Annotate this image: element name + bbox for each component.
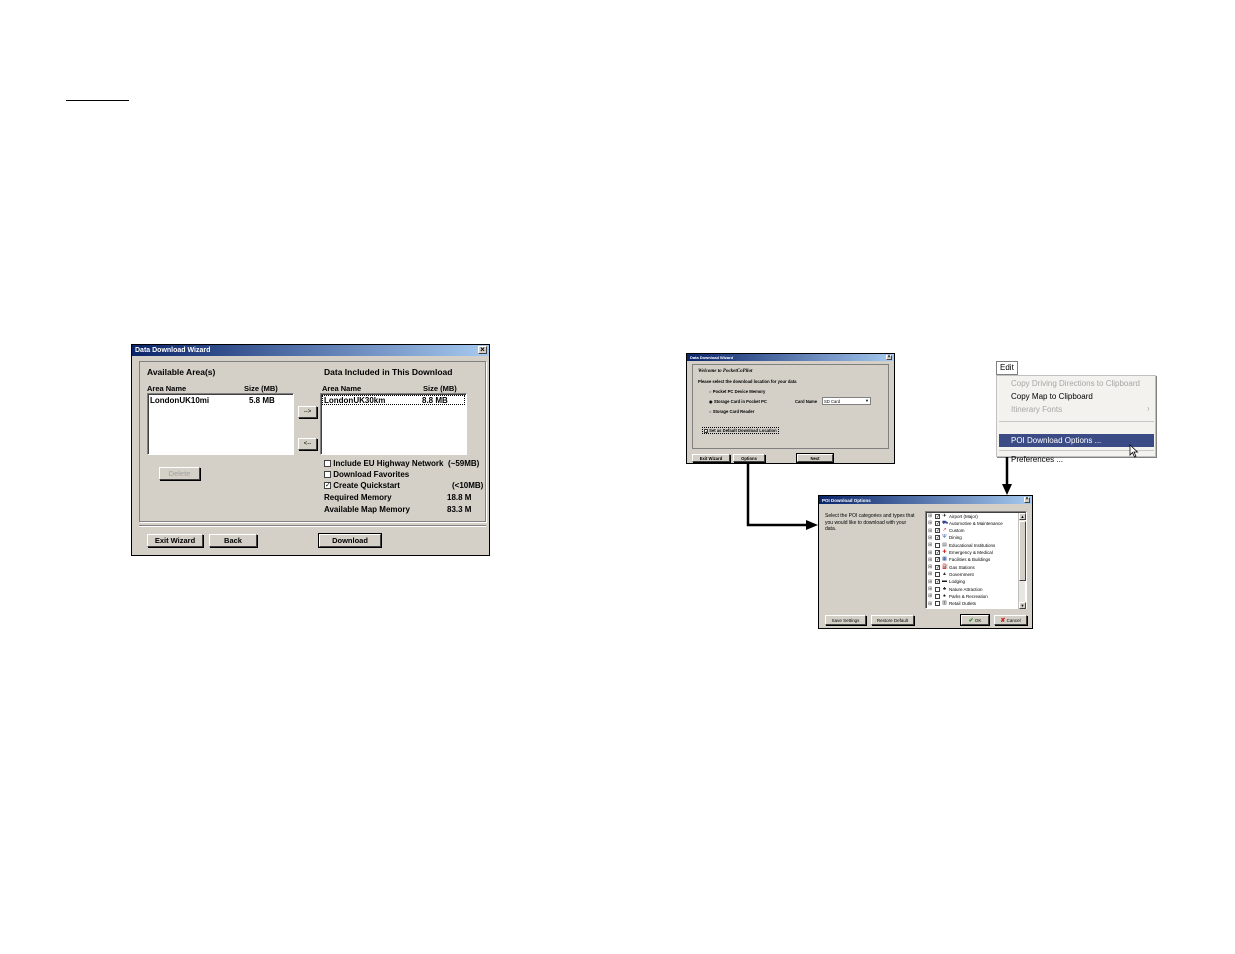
arrow-wizard-to-poi [746,464,806,527]
arrow-head-down-icon [1002,484,1012,495]
arrow-head-right-icon [806,520,818,530]
flow-arrows [746,457,1012,530]
